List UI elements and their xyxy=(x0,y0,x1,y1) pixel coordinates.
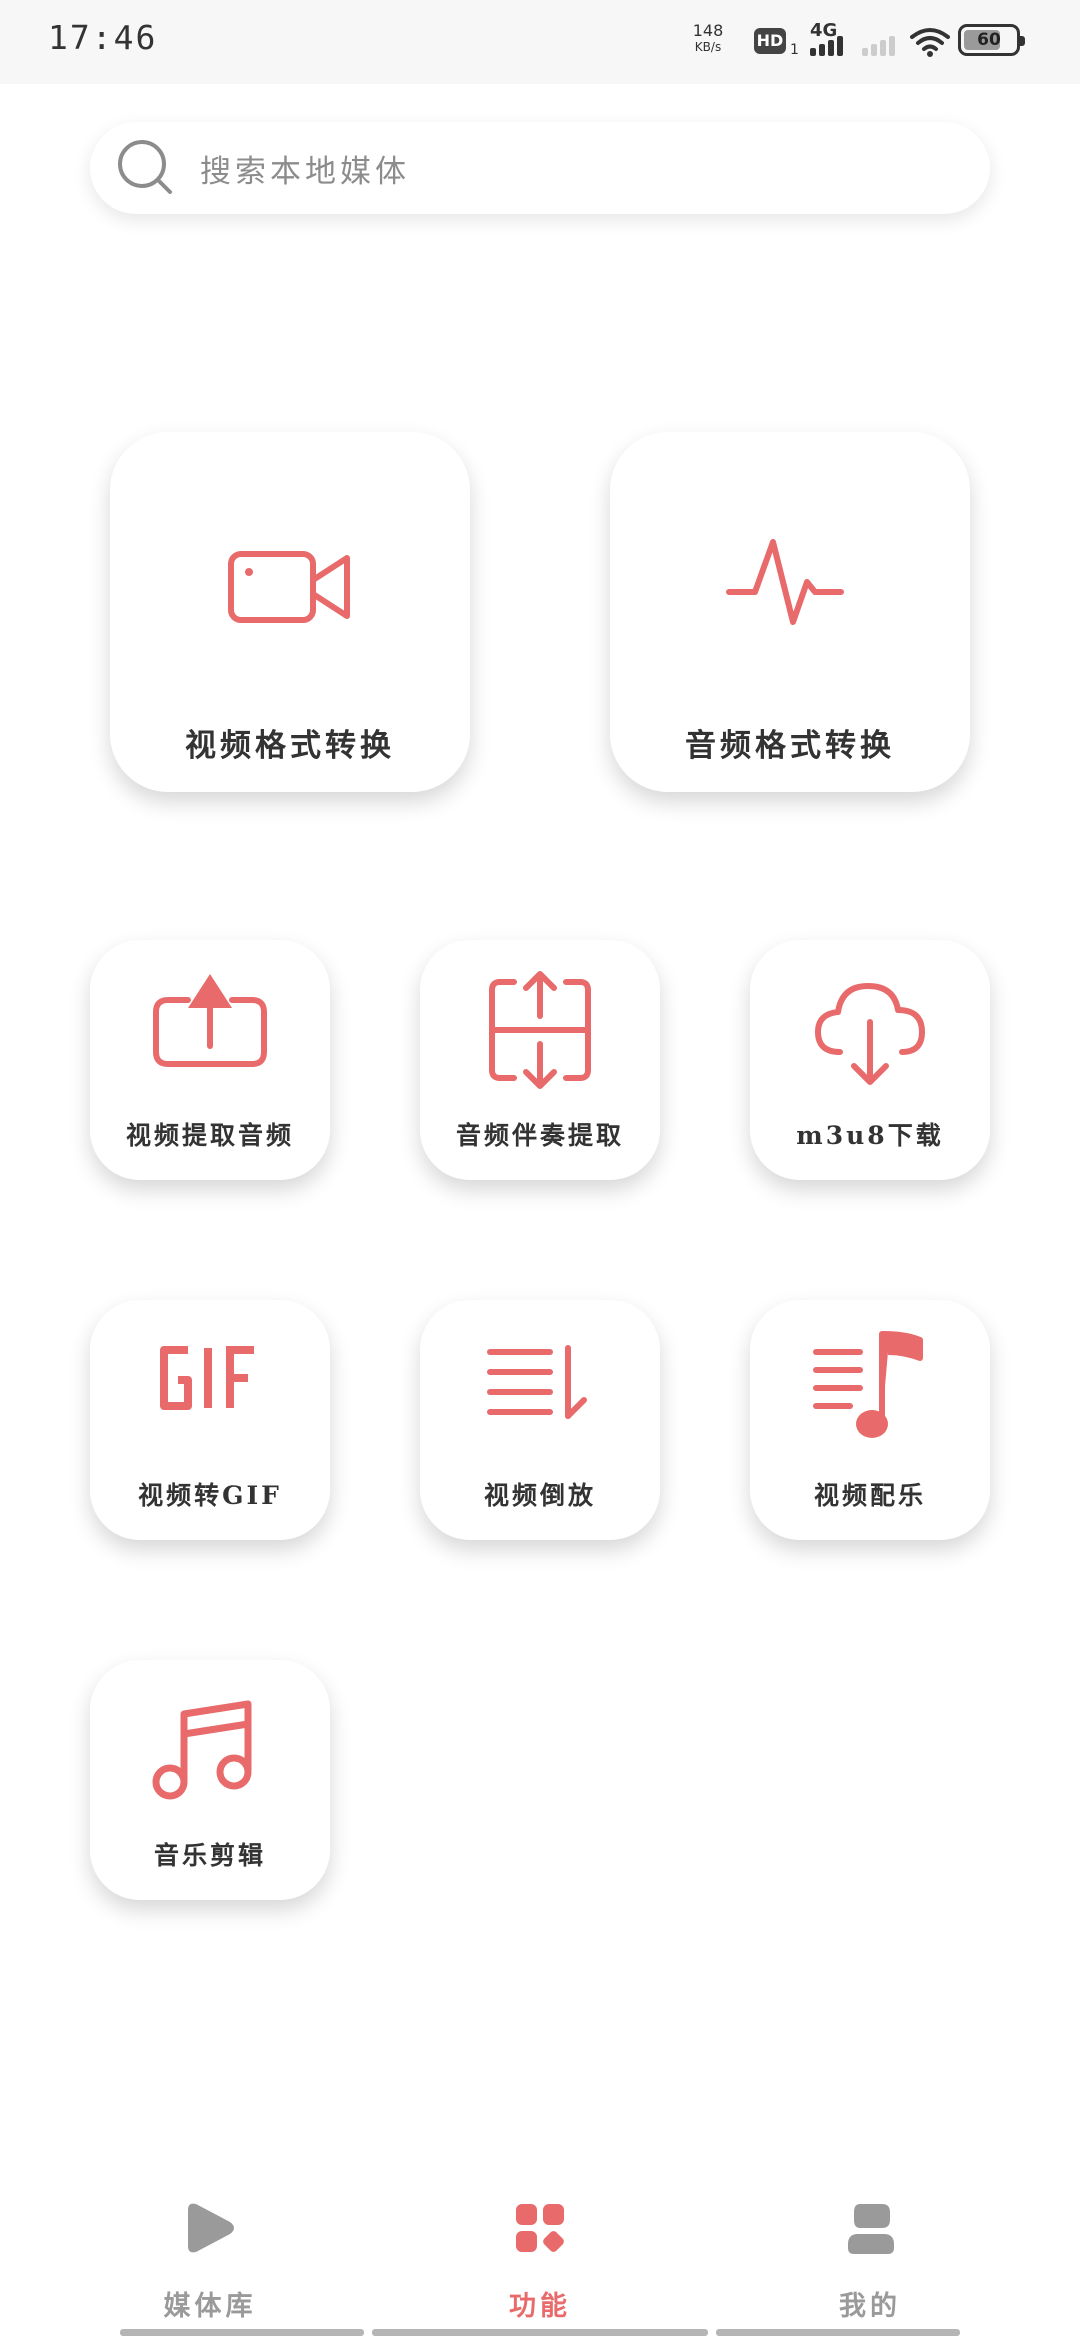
network-speed: 148 KB/s xyxy=(692,21,724,54)
card-label: 视频转GIF xyxy=(138,1481,282,1510)
video-soundtrack-card[interactable]: 视频配乐 xyxy=(750,1300,990,1540)
nav-label: 媒体库 xyxy=(163,2291,257,2322)
user-icon xyxy=(848,2204,894,2254)
upload-icon xyxy=(153,974,267,1067)
video-camera-icon xyxy=(228,551,350,623)
audio-format-convert-card[interactable]: 音频格式转换 xyxy=(610,432,970,792)
card-label: 视频提取音频 xyxy=(125,1121,294,1150)
card-label: 音乐剪辑 xyxy=(153,1841,266,1870)
music-note-icon xyxy=(152,1700,252,1800)
card-label: 视频格式转换 xyxy=(185,728,395,764)
hd-icon: HD xyxy=(754,28,786,54)
card-label: m3u8下载 xyxy=(796,1121,944,1150)
wifi-icon xyxy=(910,28,950,57)
battery-icon: 60 xyxy=(958,24,1025,56)
card-label: 音频格式转换 xyxy=(685,728,895,764)
music-edit-card[interactable]: 音乐剪辑 xyxy=(90,1660,330,1900)
nav-indicator-divider xyxy=(372,2329,708,2336)
status-icons: 148 KB/s HD 1 4G 60 xyxy=(678,20,1038,66)
nav-indicator-divider xyxy=(120,2329,364,2336)
nav-indicator-divider xyxy=(716,2329,960,2336)
signal-icon xyxy=(810,32,850,56)
reverse-list-icon xyxy=(487,1345,587,1419)
battery-level: 60 xyxy=(977,30,1001,50)
search-icon xyxy=(118,140,172,194)
bottom-nav: 媒体库 功能 我的 xyxy=(0,2170,1080,2340)
hd-sub-label: 1 xyxy=(790,42,799,58)
audio-wave-icon xyxy=(726,539,844,625)
video-extract-audio-card[interactable]: 视频提取音频 xyxy=(90,940,330,1180)
signal-2-icon xyxy=(862,32,902,56)
status-time: 17:46 xyxy=(48,18,158,57)
grid-icon xyxy=(516,2204,564,2252)
card-label: 视频倒放 xyxy=(483,1481,596,1510)
nav-item-mine[interactable]: 我的 xyxy=(770,2170,970,2322)
search-input[interactable]: 搜索本地媒体 xyxy=(200,146,410,191)
nav-label: 功能 xyxy=(509,2291,571,2322)
audio-accompaniment-extract-card[interactable]: 音频伴奏提取 xyxy=(420,940,660,1180)
search-bar[interactable]: 搜索本地媒体 xyxy=(90,122,990,214)
status-bar: 17:46 148 KB/s HD 1 4G 60 xyxy=(0,0,1080,84)
split-arrows-icon xyxy=(489,971,591,1089)
video-reverse-card[interactable]: 视频倒放 xyxy=(420,1300,660,1540)
video-format-convert-card[interactable]: 视频格式转换 xyxy=(110,432,470,792)
music-list-icon xyxy=(813,1331,923,1438)
nav-label: 我的 xyxy=(839,2291,901,2322)
gif-icon xyxy=(160,1346,254,1410)
cloud-download-icon xyxy=(815,983,925,1085)
nav-item-media-library[interactable]: 媒体库 xyxy=(110,2170,310,2322)
card-label: 音频伴奏提取 xyxy=(455,1121,624,1150)
play-icon xyxy=(188,2203,234,2253)
video-to-gif-card[interactable]: 视频转GIF xyxy=(90,1300,330,1540)
m3u8-download-card[interactable]: m3u8下载 xyxy=(750,940,990,1180)
card-label: 视频配乐 xyxy=(813,1481,926,1510)
nav-item-features[interactable]: 功能 xyxy=(440,2170,640,2322)
